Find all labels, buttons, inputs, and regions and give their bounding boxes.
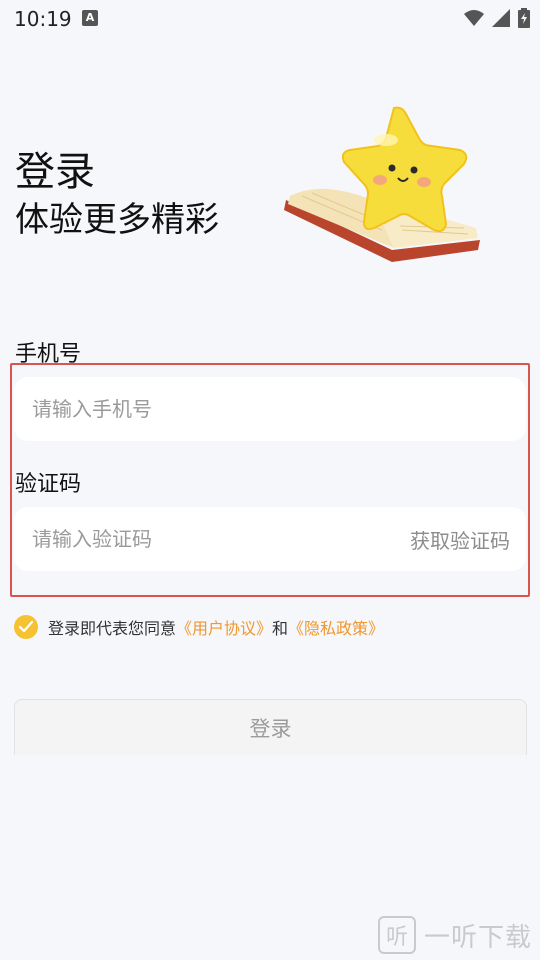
status-bar: 10:19 A (0, 0, 540, 36)
agreement-row: 登录即代表您同意《用户协议》和《隐私政策》 (14, 614, 384, 640)
signal-icon (492, 9, 510, 27)
code-field: 获取验证码 (14, 507, 526, 571)
status-icons (464, 8, 530, 28)
agreement-conjunction: 和 (272, 619, 289, 638)
watermark: 听 一听下载 (377, 916, 532, 954)
notification-icon: A (82, 10, 98, 26)
agreement-text: 登录即代表您同意《用户协议》和《隐私政策》 (48, 615, 384, 639)
get-code-button[interactable]: 获取验证码 (410, 525, 510, 554)
watermark-text: 一听下载 (423, 922, 532, 953)
agreement-prefix: 登录即代表您同意 (48, 619, 177, 638)
phone-input[interactable] (32, 377, 392, 441)
star-book-illustration (284, 106, 480, 262)
code-input[interactable] (32, 507, 392, 571)
status-time: 10:19 (14, 7, 72, 31)
check-icon (19, 621, 33, 633)
login-button[interactable]: 登录 (14, 699, 527, 755)
battery-icon (518, 8, 530, 28)
phone-field (14, 377, 526, 441)
user-agreement-link[interactable]: 《用户协议》 (176, 619, 272, 638)
agreement-checkbox[interactable] (14, 615, 38, 639)
wifi-icon (464, 10, 484, 26)
page-title: 登录 (15, 149, 95, 195)
watermark-logo-icon: 听 (377, 916, 416, 954)
privacy-policy-link[interactable]: 《隐私政策》 (288, 619, 384, 638)
phone-label: 手机号 (15, 342, 82, 367)
code-label: 验证码 (15, 472, 82, 497)
page-subtitle: 体验更多精彩 (15, 200, 219, 240)
login-screen: 10:19 A 登录 体验更多精彩 手机号 请输入手机号 验证码 请输入验证码 … (0, 0, 540, 960)
